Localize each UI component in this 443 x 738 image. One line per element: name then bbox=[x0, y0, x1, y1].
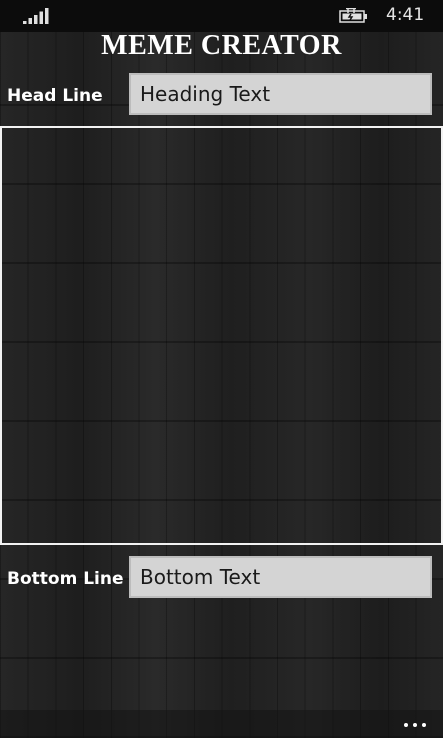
ellipsis-icon[interactable] bbox=[395, 716, 435, 734]
meme-image-canvas[interactable] bbox=[0, 126, 443, 545]
bottom-line-label: Bottom Line bbox=[7, 569, 124, 589]
app-title: MEME CREATOR bbox=[101, 30, 342, 61]
status-bar: 4:41 bbox=[0, 0, 443, 32]
bottom-line-input[interactable] bbox=[129, 556, 432, 598]
head-line-input[interactable] bbox=[129, 73, 432, 115]
status-clock: 4:41 bbox=[386, 5, 425, 25]
signal-bars-icon bbox=[23, 8, 49, 24]
battery-charging-icon bbox=[339, 8, 367, 23]
app-bar bbox=[0, 710, 443, 738]
head-line-label: Head Line bbox=[7, 86, 103, 106]
